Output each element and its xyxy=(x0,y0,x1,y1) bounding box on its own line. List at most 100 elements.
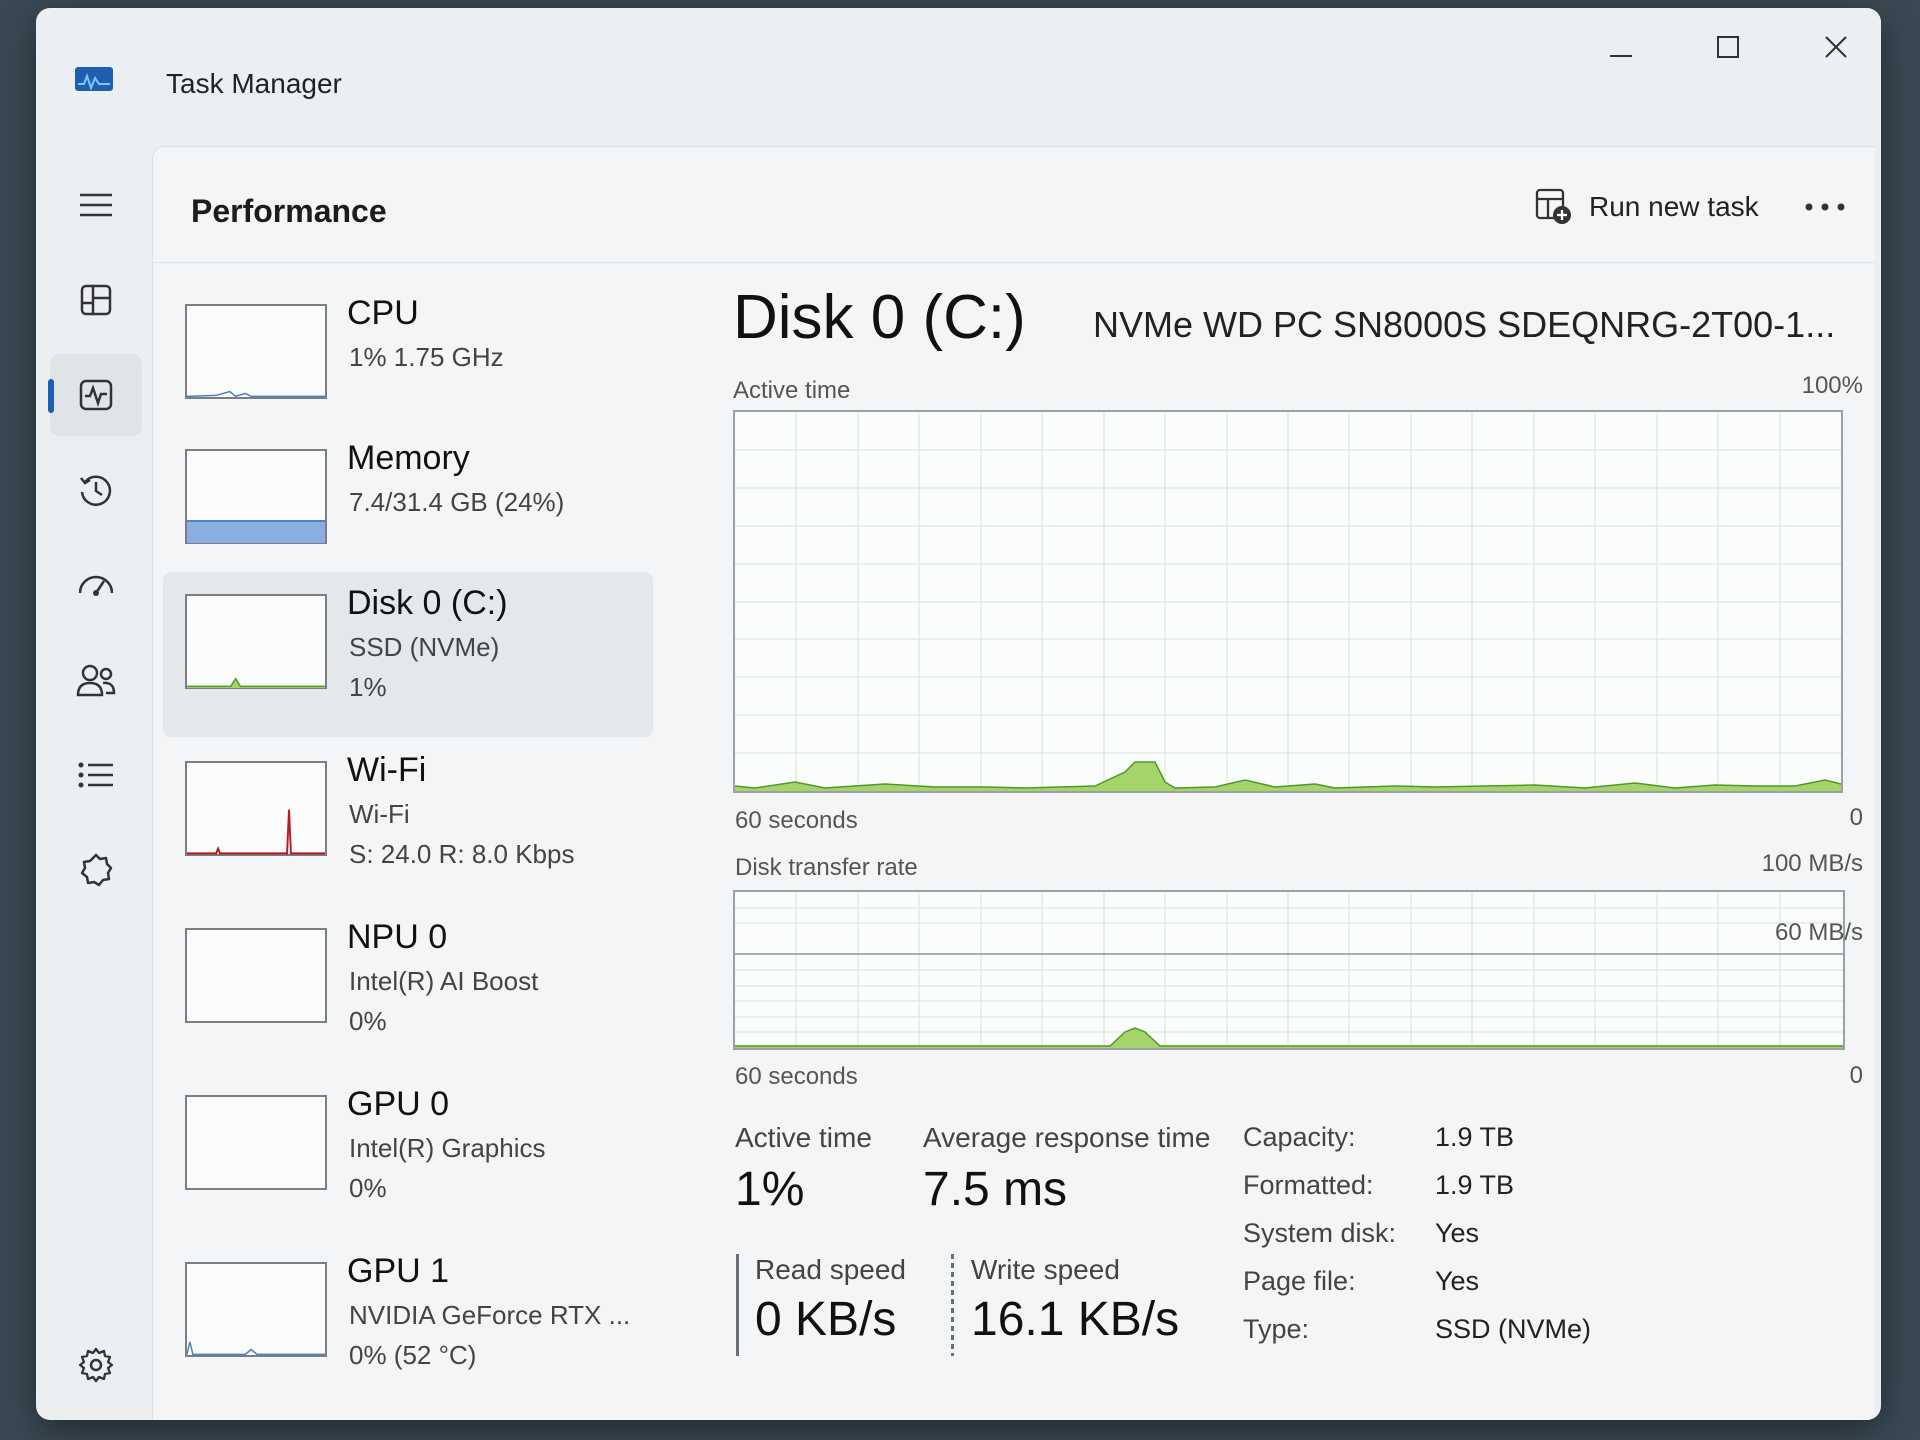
active-time-value: 1% xyxy=(735,1163,805,1216)
nav-settings-button[interactable] xyxy=(50,1324,142,1406)
resource-item-memory[interactable]: Memory 7.4/31.4 GB (24%) xyxy=(163,427,653,592)
page-file-value: Yes xyxy=(1435,1266,1480,1296)
resource-detail: Wi-Fi xyxy=(349,799,410,829)
transfer-rate-chart-span: 60 seconds xyxy=(735,1063,858,1090)
resource-usage: 0% (52 °C) xyxy=(349,1340,477,1370)
resource-usage: 0% xyxy=(349,1006,387,1036)
resource-item-npu-0[interactable]: NPU 0 Intel(R) AI Boost 0% xyxy=(163,906,653,1071)
npu-thumbnail-graph xyxy=(185,928,327,1023)
resource-name: GPU 0 xyxy=(347,1085,450,1123)
gpu0-thumbnail-graph xyxy=(185,1095,327,1190)
transfer-rate-chart-max: 100 MB/s xyxy=(1761,850,1863,877)
read-speed-value: 0 KB/s xyxy=(755,1293,897,1346)
type-key: Type: xyxy=(1243,1314,1310,1344)
minimize-button[interactable] xyxy=(1586,22,1656,72)
details-icon xyxy=(78,762,113,788)
resource-item-gpu-0[interactable]: GPU 0 Intel(R) Graphics 0% xyxy=(163,1073,653,1238)
performance-icon xyxy=(79,379,113,411)
users-icon xyxy=(76,664,116,697)
resource-usage: S: 24.0 R: 8.0 Kbps xyxy=(349,839,575,869)
nav-startup-apps-button[interactable] xyxy=(50,544,142,626)
capacity-key: Capacity: xyxy=(1243,1122,1356,1152)
resource-item-disk-0[interactable]: Disk 0 (C:) SSD (NVMe) 1% xyxy=(163,572,653,737)
system-disk-value: Yes xyxy=(1435,1218,1480,1248)
resource-name: GPU 1 xyxy=(347,1252,450,1290)
type-value: SSD (NVMe) xyxy=(1435,1314,1592,1344)
close-button[interactable] xyxy=(1801,22,1871,72)
run-new-task-label: Run new task xyxy=(1589,191,1759,222)
page-file-key: Page file: xyxy=(1243,1266,1356,1296)
disk-thumbnail-graph xyxy=(185,594,327,689)
disk-title: Disk 0 (C:) xyxy=(733,283,1026,352)
close-icon xyxy=(1825,36,1847,58)
system-disk-key: System disk: xyxy=(1243,1218,1397,1248)
resource-item-wifi[interactable]: Wi-Fi Wi-Fi S: 24.0 R: 8.0 Kbps xyxy=(163,739,653,904)
resource-name: Memory xyxy=(347,439,470,477)
window-title: Task Manager xyxy=(166,68,342,99)
active-time-label: Active time xyxy=(735,1122,872,1153)
resource-detail: Intel(R) Graphics xyxy=(349,1133,546,1163)
active-time-graph xyxy=(733,410,1843,793)
write-speed-value: 16.1 KB/s xyxy=(971,1293,1180,1346)
nav-menu-button[interactable] xyxy=(50,164,142,246)
processes-icon xyxy=(80,284,112,316)
write-speed-label: Write speed xyxy=(971,1254,1120,1285)
active-time-chart-min: 0 xyxy=(1849,804,1863,831)
minimize-icon xyxy=(1610,55,1632,57)
transfer-rate-chart-min: 0 xyxy=(1849,1062,1863,1089)
active-time-chart-span: 60 seconds xyxy=(735,807,858,834)
nav-processes-button[interactable] xyxy=(50,259,142,341)
title-bar[interactable]: Task Manager xyxy=(36,8,1881,128)
transfer-rate-graph xyxy=(733,890,1845,1050)
navigation-sidebar xyxy=(36,138,156,1420)
resource-name: Disk 0 (C:) xyxy=(347,584,508,622)
maximize-icon xyxy=(1717,36,1739,58)
resource-usage: 0% xyxy=(349,1173,387,1203)
resource-usage: 1% xyxy=(349,672,387,702)
formatted-key: Formatted: xyxy=(1243,1170,1374,1200)
startup-apps-icon xyxy=(78,575,114,596)
resource-item-gpu-1[interactable]: GPU 1 NVIDIA GeForce RTX ... 0% (52 °C) xyxy=(163,1240,653,1405)
resource-name: CPU xyxy=(347,294,419,332)
task-manager-window: Task Manager Performance Run new task CP… xyxy=(36,8,1881,1420)
services-icon xyxy=(80,853,113,887)
performance-page: Performance Run new task CPU 1% 1.75 GHz… xyxy=(152,146,1875,1420)
read-speed-indicator xyxy=(736,1254,739,1356)
disk-model: NVMe WD PC SN8000S SDEQNRG-2T00-1... xyxy=(1093,304,1836,345)
active-time-chart-label: Active time xyxy=(733,377,851,404)
settings-icon xyxy=(78,1347,114,1383)
more-options-button[interactable] xyxy=(1793,177,1857,237)
resource-name: NPU 0 xyxy=(347,918,448,956)
run-new-task-button[interactable]: Run new task xyxy=(1523,177,1771,237)
menu-icon xyxy=(80,193,112,217)
read-speed-label: Read speed xyxy=(755,1254,907,1285)
nav-performance-button[interactable] xyxy=(48,354,142,436)
header-divider xyxy=(153,262,1875,263)
gpu1-thumbnail-graph xyxy=(185,1262,327,1357)
write-speed-indicator xyxy=(951,1254,954,1356)
capacity-value: 1.9 TB xyxy=(1435,1122,1515,1152)
app-history-icon xyxy=(80,475,112,506)
transfer-rate-chart-label: Disk transfer rate xyxy=(735,854,918,881)
wifi-thumbnail-graph xyxy=(185,761,327,856)
maximize-button[interactable] xyxy=(1693,22,1763,72)
nav-app-history-button[interactable] xyxy=(50,449,142,531)
resource-name: Wi-Fi xyxy=(347,751,427,789)
memory-thumbnail-graph xyxy=(185,449,327,544)
resource-item-cpu[interactable]: CPU 1% 1.75 GHz xyxy=(163,282,653,447)
more-options-icon xyxy=(1805,203,1845,211)
nav-services-button[interactable] xyxy=(50,829,142,911)
active-time-chart-max: 100% xyxy=(1801,372,1863,399)
nav-users-button[interactable] xyxy=(50,639,142,721)
formatted-value: 1.9 TB xyxy=(1435,1170,1515,1200)
resource-detail: SSD (NVMe) xyxy=(349,632,500,662)
resource-detail: Intel(R) AI Boost xyxy=(349,966,539,996)
run-task-icon xyxy=(1535,188,1571,224)
cpu-thumbnail-graph xyxy=(185,304,327,399)
resource-detail: 7.4/31.4 GB (24%) xyxy=(349,487,565,517)
task-manager-app-icon xyxy=(74,64,114,94)
average-response-time-value: 7.5 ms xyxy=(923,1163,1068,1216)
transfer-rate-inner-scale: 60 MB/s xyxy=(1774,919,1863,946)
resource-detail: NVIDIA GeForce RTX ... xyxy=(349,1300,631,1330)
nav-details-button[interactable] xyxy=(50,734,142,816)
